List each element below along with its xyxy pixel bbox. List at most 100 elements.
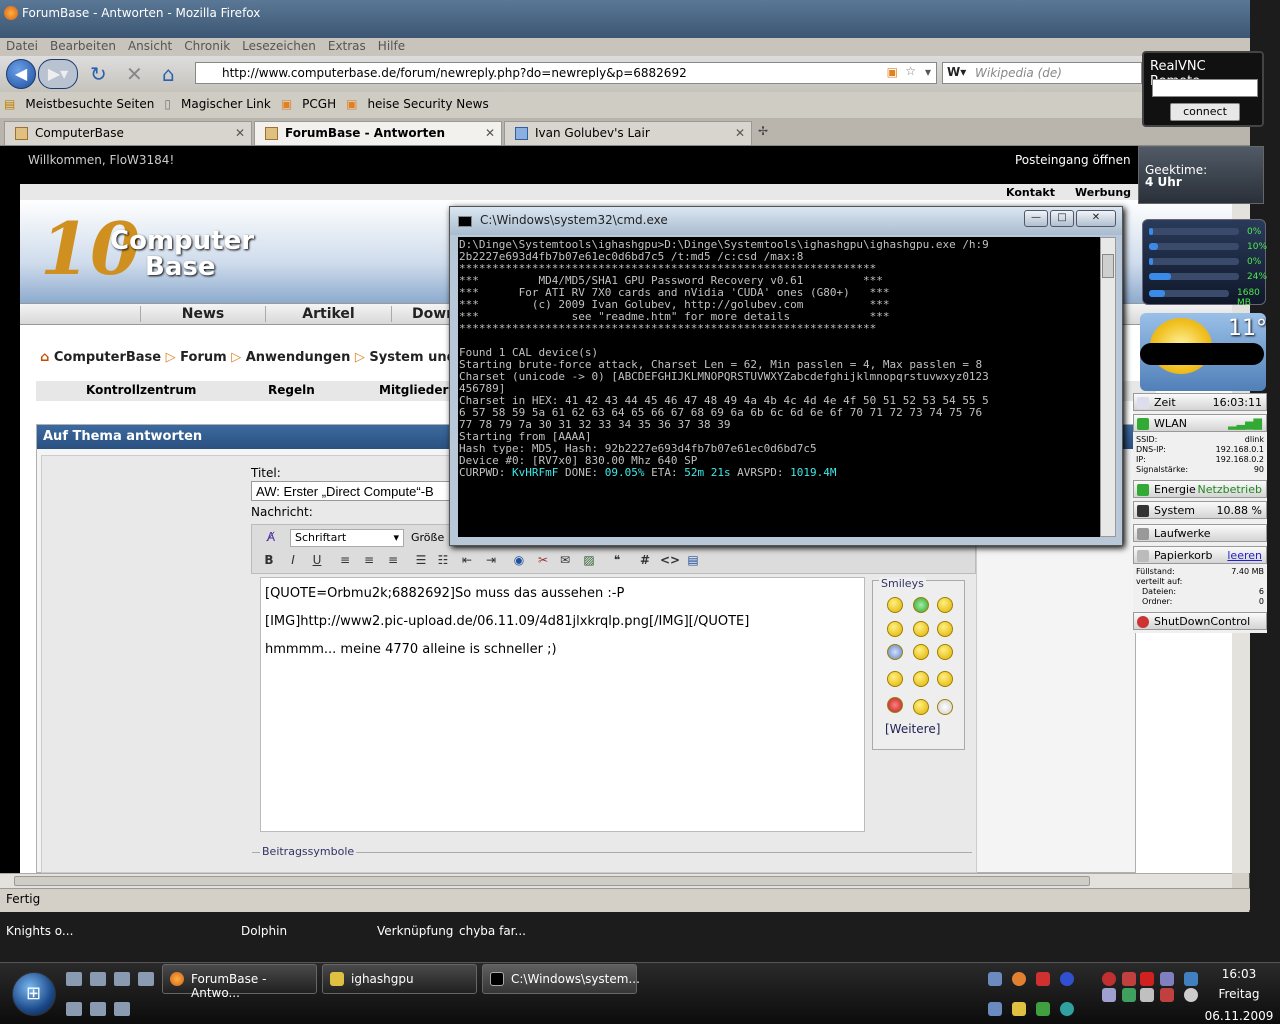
sidebar-item-system[interactable]: System 10.88 % xyxy=(1133,501,1267,519)
vnc-host-input[interactable] xyxy=(1152,79,1258,97)
smiley-ghost-icon[interactable] xyxy=(937,699,953,715)
reload-icon[interactable]: ↻ xyxy=(90,62,107,86)
unordered-list-icon[interactable]: ☷ xyxy=(434,553,452,569)
search-input[interactable]: W▾ Wikipedia (de) xyxy=(942,62,1142,84)
vnc-connect-button[interactable]: connect xyxy=(1170,103,1240,121)
sidebar-item-papierkorb[interactable]: Papierkorb leeren xyxy=(1133,546,1267,564)
close-icon[interactable]: ✕ xyxy=(735,126,745,140)
sidebar-item-wlan[interactable]: WLAN ▂▃▅▇ xyxy=(1133,414,1267,432)
bookmark-star-icon[interactable]: ☆ xyxy=(905,64,916,78)
remove-format-icon[interactable]: A̸ xyxy=(262,530,280,546)
tray-icon[interactable] xyxy=(1160,988,1174,1002)
bookmark-item[interactable]: Magischer Link xyxy=(181,97,271,111)
subnav-mitglieder[interactable]: Mitglieder xyxy=(379,383,448,397)
taskbar-button-ighashgpu[interactable]: ighashgpu xyxy=(322,964,477,994)
werbung-link[interactable]: Werbung xyxy=(1075,186,1131,199)
quicklaunch-icon[interactable] xyxy=(66,1002,82,1016)
nav-news[interactable]: News xyxy=(140,306,266,322)
code-icon[interactable]: <> xyxy=(660,553,680,569)
sidebar-item-zeit[interactable]: Zeit 16:03:11 xyxy=(1133,393,1267,411)
taskbar-button-cmd[interactable]: C:\Windows\system... xyxy=(482,964,640,994)
smiley-tongue-icon[interactable] xyxy=(887,621,903,637)
subnav-kontrollzentrum[interactable]: Kontrollzentrum xyxy=(86,383,196,397)
volume-icon[interactable] xyxy=(1184,988,1198,1002)
quicklaunch-icon[interactable] xyxy=(114,1002,130,1016)
tray-icon[interactable] xyxy=(1140,988,1154,1002)
crumb-forum[interactable]: Forum xyxy=(180,350,227,365)
cmd-window[interactable]: C:\Windows\system32\cmd.exe — □ ✕ D:\Din… xyxy=(449,206,1123,546)
tray-icon[interactable] xyxy=(1160,972,1174,986)
smiley-eek-icon[interactable] xyxy=(913,671,929,687)
quote-icon[interactable]: ❝ xyxy=(608,553,626,569)
underline-icon[interactable]: U xyxy=(308,553,326,569)
horizontal-scrollbar[interactable] xyxy=(0,873,1232,888)
quicklaunch-icon[interactable] xyxy=(138,972,154,986)
rss-icon[interactable]: ▣ xyxy=(887,65,898,79)
smiley-wink-icon[interactable] xyxy=(937,597,953,613)
smiley-smile-icon[interactable] xyxy=(887,597,903,613)
network-icon[interactable] xyxy=(1184,972,1198,986)
tray-icon[interactable] xyxy=(1122,972,1136,986)
outdent-icon[interactable]: ⇤ xyxy=(458,553,476,569)
new-tab-icon[interactable]: ✢ xyxy=(758,124,768,138)
tray-icon[interactable] xyxy=(1036,972,1050,986)
tray-icon[interactable] xyxy=(988,972,1002,986)
menu-hilfe[interactable]: Hilfe xyxy=(378,38,405,54)
start-button[interactable]: ⊞ xyxy=(12,972,56,1016)
ati-icon[interactable] xyxy=(1140,972,1154,986)
close-icon[interactable]: ✕ xyxy=(235,126,245,140)
indent-icon[interactable]: ⇥ xyxy=(482,553,500,569)
align-center-icon[interactable]: ≡ xyxy=(360,553,378,569)
forward-button[interactable]: ▶▾ xyxy=(38,59,78,89)
home-icon[interactable]: ⌂ xyxy=(40,350,49,365)
desktop-icon-label[interactable]: Knights o... xyxy=(6,924,73,938)
wikipedia-icon[interactable]: W▾ xyxy=(947,65,966,79)
size-select[interactable]: Größe xyxy=(411,531,444,544)
cmd-titlebar[interactable]: C:\Windows\system32\cmd.exe — □ ✕ xyxy=(450,207,1122,235)
taskbar-clock[interactable]: 16:03 Freitag 06.11.2009 xyxy=(1198,965,1280,1023)
ordered-list-icon[interactable]: ☰ xyxy=(412,553,430,569)
inbox-link[interactable]: Posteingang öffnen xyxy=(1015,153,1131,167)
sidebar-item-laufwerke[interactable]: Laufwerke xyxy=(1133,524,1267,542)
align-left-icon[interactable]: ≡ xyxy=(336,553,354,569)
window-titlebar[interactable]: ForumBase - Antworten - Mozilla Firefox xyxy=(0,0,1250,38)
tray-icon[interactable] xyxy=(1102,988,1116,1002)
minimize-button[interactable]: — xyxy=(1024,210,1048,227)
bookmark-item[interactable]: Meistbesuchte Seiten xyxy=(25,97,154,111)
italic-icon[interactable]: I xyxy=(284,553,302,569)
tray-icon[interactable] xyxy=(1060,972,1074,986)
menu-bearbeiten[interactable]: Bearbeiten xyxy=(50,38,116,54)
image-icon[interactable]: ▨ xyxy=(580,553,598,569)
back-button[interactable]: ◀ xyxy=(6,59,36,89)
desktop-icon-label[interactable]: chyba far... xyxy=(459,924,526,938)
php-icon[interactable]: ▤ xyxy=(684,553,702,569)
quicklaunch-icon[interactable] xyxy=(90,972,106,986)
tray-icon[interactable] xyxy=(1102,972,1116,986)
stop-icon[interactable]: ✕ xyxy=(126,62,143,86)
tray-icon[interactable] xyxy=(988,1002,1002,1016)
crumb-anwendungen[interactable]: Anwendungen xyxy=(246,350,351,365)
close-icon[interactable]: ✕ xyxy=(485,126,495,140)
tab-computerbase[interactable]: ComputerBase ✕ xyxy=(4,121,252,145)
smiley-confused-icon[interactable] xyxy=(913,621,929,637)
close-button[interactable]: ✕ xyxy=(1076,210,1116,227)
taskbar-button-firefox[interactable]: ForumBase - Antwo... xyxy=(162,964,317,1000)
empty-bin-link[interactable]: leeren xyxy=(1227,549,1262,562)
more-smileys-link[interactable]: [Weitere] xyxy=(885,722,940,736)
unlink-icon[interactable]: ✂ xyxy=(534,553,552,569)
font-select[interactable]: Schriftart ▾ xyxy=(290,529,404,547)
smiley-devil-icon[interactable] xyxy=(937,671,953,687)
subnav-regeln[interactable]: Regeln xyxy=(268,383,315,397)
smiley-sad-icon[interactable] xyxy=(887,644,903,660)
menu-datei[interactable]: Datei xyxy=(6,38,38,54)
menu-extras[interactable]: Extras xyxy=(328,38,366,54)
smiley-frown-icon[interactable] xyxy=(937,644,953,660)
url-bar[interactable]: http://www.computerbase.de/forum/newrepl… xyxy=(195,62,937,84)
tab-forumbase[interactable]: ForumBase - Antworten ✕ xyxy=(254,121,502,145)
tray-icon[interactable] xyxy=(1036,1002,1050,1016)
scroll-thumb[interactable] xyxy=(14,876,1090,886)
nav-artikel[interactable]: Artikel xyxy=(266,306,392,322)
desktop-icon-label[interactable]: Verknüpfung xyxy=(377,924,453,938)
quicklaunch-icon[interactable] xyxy=(114,972,130,986)
menu-ansicht[interactable]: Ansicht xyxy=(128,38,172,54)
